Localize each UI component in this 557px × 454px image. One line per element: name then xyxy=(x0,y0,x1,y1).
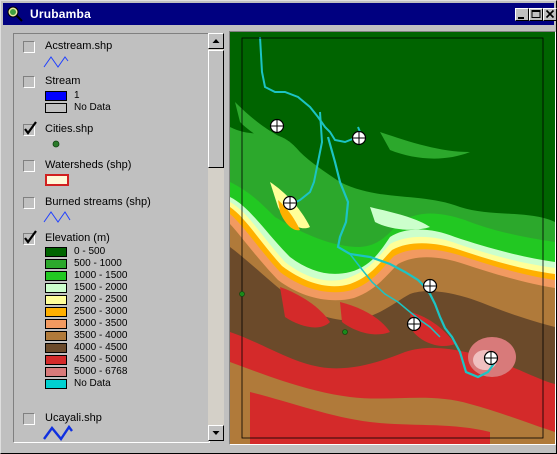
map-display[interactable] xyxy=(229,31,556,445)
layer-name-cities[interactable]: Cities.shp xyxy=(45,123,93,135)
city-marker[interactable] xyxy=(422,278,438,294)
close-icon xyxy=(545,9,555,19)
city-marker[interactable] xyxy=(483,350,499,366)
layer-checkbox-ucayali[interactable] xyxy=(23,413,35,425)
legend-label: 500 - 1000 xyxy=(74,258,122,269)
legend-swatch xyxy=(45,271,67,281)
legend-label: 1500 - 2000 xyxy=(74,282,128,293)
city-marker[interactable] xyxy=(406,316,422,332)
city-marker[interactable] xyxy=(269,118,285,134)
legend-label: 1000 - 1500 xyxy=(74,270,128,281)
legend-swatch xyxy=(45,247,67,257)
legend-label: 3500 - 4000 xyxy=(74,330,128,341)
map-window: Urubamba Acstream.shp Stream 1 No Data C… xyxy=(0,0,557,454)
scroll-down-button[interactable] xyxy=(208,425,224,441)
legend-label: 1 xyxy=(74,90,80,101)
legend-label: 2500 - 3000 xyxy=(74,306,128,317)
arrow-up-icon xyxy=(212,39,220,43)
legend-label: No Data xyxy=(74,102,111,113)
layer-checkbox-elevation[interactable] xyxy=(23,230,37,245)
legend-label: 3000 - 3500 xyxy=(74,318,128,329)
layer-name-stream[interactable]: Stream xyxy=(45,75,80,87)
layer-name-acstream[interactable]: Acstream.shp xyxy=(45,40,112,52)
line-icon xyxy=(43,56,69,68)
elevation-map xyxy=(230,32,555,444)
legend-swatch xyxy=(45,91,67,101)
line-icon xyxy=(43,211,71,223)
layer-name-burned-streams[interactable]: Burned streams (shp) xyxy=(45,196,151,208)
close-button[interactable] xyxy=(543,8,557,21)
scroll-up-button[interactable] xyxy=(208,33,224,49)
legend-swatch xyxy=(45,331,67,341)
minimize-icon xyxy=(518,17,524,19)
toc-scrollbar[interactable] xyxy=(208,33,224,441)
legend-label: 4500 - 5000 xyxy=(74,354,128,365)
scroll-thumb[interactable] xyxy=(208,50,224,168)
legend-swatch xyxy=(45,259,67,269)
legend-swatch xyxy=(45,319,67,329)
legend-swatch xyxy=(45,379,67,389)
window-title: Urubamba xyxy=(30,7,91,21)
city-dot[interactable] xyxy=(342,329,348,335)
layer-checkbox-watersheds[interactable] xyxy=(23,160,35,172)
legend-label: 0 - 500 xyxy=(74,246,106,257)
layer-name-ucayali[interactable]: Ucayali.shp xyxy=(45,412,102,424)
legend-label: 5000 - 6768 xyxy=(74,366,128,377)
polygon-icon xyxy=(45,174,69,186)
legend-swatch xyxy=(45,307,67,317)
legend-swatch xyxy=(45,283,67,293)
maximize-icon xyxy=(531,10,541,18)
legend-label: No Data xyxy=(74,378,111,389)
magnifier-globe-icon xyxy=(7,6,23,22)
layer-name-elevation[interactable]: Elevation (m) xyxy=(45,232,110,244)
legend-swatch xyxy=(45,367,67,377)
line-icon xyxy=(43,425,73,441)
point-icon xyxy=(52,140,60,148)
title-bar[interactable]: Urubamba xyxy=(3,3,557,25)
city-marker[interactable] xyxy=(282,195,298,211)
legend-swatch xyxy=(45,103,67,113)
legend-swatch xyxy=(45,355,67,365)
legend-label: 4000 - 4500 xyxy=(74,342,128,353)
city-dot[interactable] xyxy=(239,291,245,297)
minimize-button[interactable] xyxy=(515,8,529,21)
legend-label: 2000 - 2500 xyxy=(74,294,128,305)
layer-checkbox-acstream[interactable] xyxy=(23,41,35,53)
checkmark-icon xyxy=(24,230,37,244)
table-of-contents: Acstream.shp Stream 1 No Data Cities.shp… xyxy=(13,33,210,443)
layer-checkbox-burned-streams[interactable] xyxy=(23,197,35,209)
legend-swatch xyxy=(45,295,67,305)
city-marker[interactable] xyxy=(351,130,367,146)
layer-name-watersheds[interactable]: Watersheds (shp) xyxy=(45,159,131,171)
layer-checkbox-cities[interactable] xyxy=(23,121,37,136)
arrow-down-icon xyxy=(212,431,220,435)
layer-checkbox-stream[interactable] xyxy=(23,76,35,88)
checkmark-icon xyxy=(24,121,37,135)
legend-swatch xyxy=(45,343,67,353)
maximize-button[interactable] xyxy=(529,8,543,21)
